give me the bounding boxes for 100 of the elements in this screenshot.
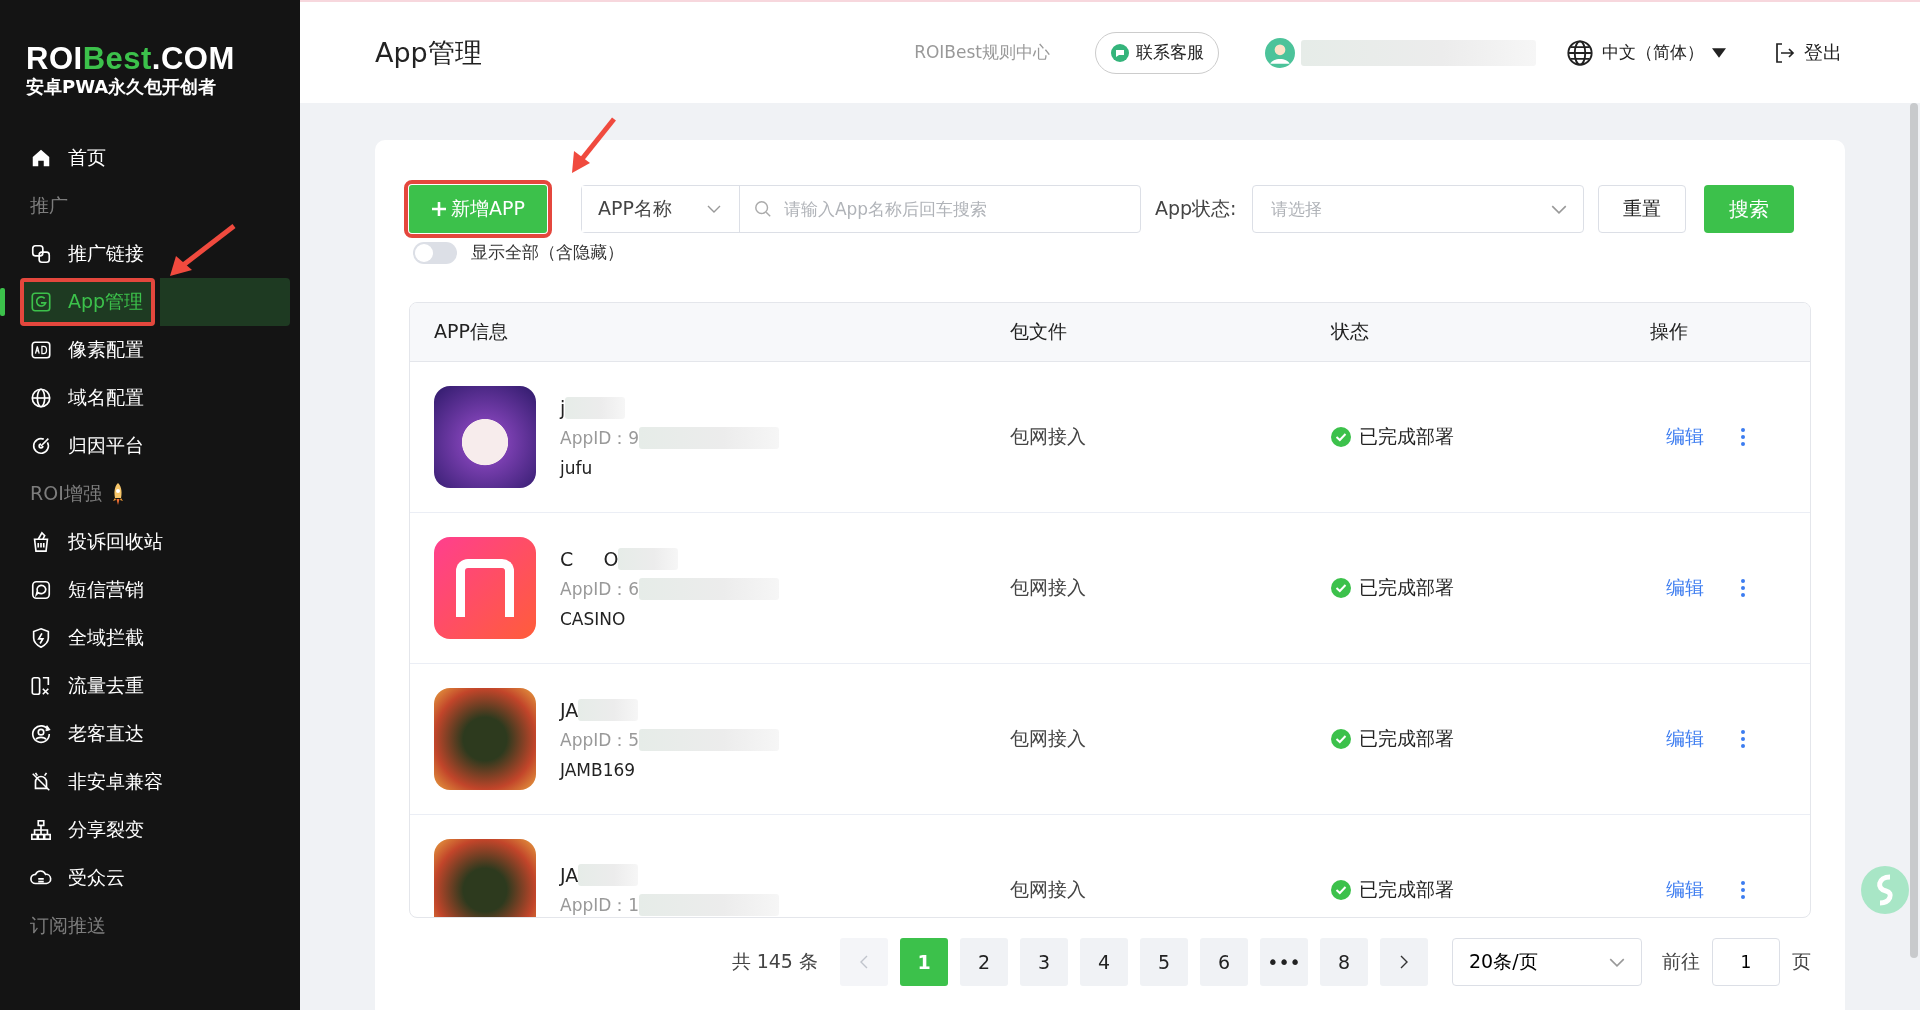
app-id: AppID：1 xyxy=(560,893,640,917)
redacted-text xyxy=(578,863,639,886)
chat-icon xyxy=(1110,42,1130,63)
sidebar-item[interactable]: 投诉回收站 xyxy=(20,518,286,566)
column-header: 包文件 xyxy=(1010,319,1068,344)
sidebar-section-label: ROI增强 xyxy=(30,481,102,506)
plus-icon xyxy=(431,201,447,217)
sidebar-item[interactable]: 老客直达 xyxy=(20,710,286,758)
page-size-select[interactable]: 20条/页 xyxy=(1452,938,1642,986)
sidebar-section-label: 推广 xyxy=(30,193,68,218)
page-button[interactable]: 6 xyxy=(1200,938,1248,986)
chevron-left-icon xyxy=(860,955,868,969)
search-type-select[interactable]: APP名称 xyxy=(581,186,740,232)
logo-wordmark: ROIBest.COM xyxy=(26,42,236,76)
next-page-button[interactable] xyxy=(1380,938,1428,986)
sidebar-item[interactable]: 短信营销 xyxy=(20,566,286,614)
redacted-text xyxy=(618,547,679,570)
app-tag: JAMB169 xyxy=(560,759,780,780)
edit-link[interactable]: 编辑 xyxy=(1666,575,1704,601)
prev-page-button[interactable] xyxy=(840,938,888,986)
page-suffix: 页 xyxy=(1792,949,1811,974)
search-bar[interactable]: APP名称 请输入App名称后回车搜索 xyxy=(580,185,1141,233)
sidebar-item[interactable]: 归因平台 xyxy=(20,422,286,470)
sidebar-item[interactable]: 推广链接 xyxy=(20,230,286,278)
avatar-icon xyxy=(1265,37,1295,68)
total-count: 共 145 条 xyxy=(731,949,818,974)
more-icon[interactable] xyxy=(1740,578,1746,598)
app-name: JA xyxy=(560,863,579,886)
app-id: AppID：9 xyxy=(560,426,640,450)
toggle-switch[interactable] xyxy=(413,241,457,264)
edit-link[interactable]: 编辑 xyxy=(1666,726,1704,752)
search-icon xyxy=(753,200,772,218)
ad-icon xyxy=(30,339,52,361)
sidebar-item[interactable]: 非安卓兼容 xyxy=(20,758,286,806)
user-icon xyxy=(30,723,52,745)
sidebar-item[interactable]: 首页 xyxy=(20,134,286,182)
sidebar-item[interactable]: 流量去重 xyxy=(20,662,286,710)
redacted-text xyxy=(565,396,626,419)
toggle-label: 显示全部（含隐藏） xyxy=(471,241,624,264)
check-circle-icon xyxy=(1331,578,1351,598)
edit-link[interactable]: 编辑 xyxy=(1666,877,1704,903)
page-button[interactable]: 5 xyxy=(1140,938,1188,986)
customer-service-button[interactable]: 联系客服 xyxy=(1095,31,1219,74)
chevron-right-icon xyxy=(1400,955,1408,969)
page-button[interactable]: 3 xyxy=(1020,938,1068,986)
chevron-down-icon xyxy=(706,205,721,213)
logo-tagline: 安卓PWA永久包开创者 xyxy=(26,76,218,98)
sidebar-section-label: 订阅推送 xyxy=(30,913,106,938)
status-filter-label: App状态: xyxy=(1154,196,1237,221)
check-circle-icon xyxy=(1331,880,1351,900)
more-icon[interactable] xyxy=(1740,880,1746,900)
status-dropdown[interactable]: 请选择 xyxy=(1252,185,1585,233)
home-icon xyxy=(30,147,52,169)
table-cell-text: 包网接入 xyxy=(1010,575,1087,600)
column-header: 操作 xyxy=(1650,319,1689,344)
check-circle-icon xyxy=(1331,427,1351,447)
app-name: JA xyxy=(560,698,579,721)
shield-icon xyxy=(30,627,52,649)
page-title: App管理 xyxy=(375,35,483,70)
app-id: AppID：5 xyxy=(560,728,640,752)
logout-button[interactable]: 登出 xyxy=(1766,38,1848,67)
table-cell-text: 包网接入 xyxy=(1010,424,1087,449)
app-tag: jufu xyxy=(560,457,780,478)
page-button[interactable]: 2 xyxy=(960,938,1008,986)
link-icon xyxy=(30,243,52,265)
sitemap-icon xyxy=(30,819,52,841)
reset-button[interactable]: 重置 xyxy=(1598,185,1687,233)
more-icon[interactable] xyxy=(1740,729,1746,749)
goto-page-field[interactable]: 1 xyxy=(1712,938,1780,986)
sidebar-item[interactable]: 受众云 xyxy=(20,854,286,902)
status-text: 已完成部署 xyxy=(1359,424,1454,449)
caret-icon xyxy=(1712,47,1726,58)
status-text: 已完成部署 xyxy=(1359,726,1454,751)
sidebar-item[interactable]: 全域拦截 xyxy=(20,614,286,662)
app-icon xyxy=(30,291,52,313)
globe-icon xyxy=(1566,38,1594,67)
scrollbar[interactable] xyxy=(1910,103,1918,958)
status-text: 已完成部署 xyxy=(1359,575,1454,600)
table-cell-text: 包网接入 xyxy=(1010,726,1087,751)
sidebar-item[interactable]: 域名配置 xyxy=(20,374,286,422)
page-button[interactable]: 4 xyxy=(1080,938,1128,986)
page-button[interactable]: ••• xyxy=(1260,938,1308,986)
table-cell-text: 包网接入 xyxy=(1010,877,1087,902)
edit-link[interactable]: 编辑 xyxy=(1666,424,1704,450)
page-button[interactable]: 8 xyxy=(1320,938,1368,986)
app-name: C O xyxy=(560,547,619,570)
goto-label: 前往 xyxy=(1662,949,1700,974)
sidebar-item[interactable]: 分享裂变 xyxy=(20,806,286,854)
language-selector[interactable]: 中文（简体） xyxy=(1560,37,1732,68)
app-id: AppID：6 xyxy=(560,577,640,601)
message-icon xyxy=(30,579,52,601)
column-header: 状态 xyxy=(1331,319,1370,344)
status-text: 已完成部署 xyxy=(1359,877,1454,902)
status-select[interactable]: 请选择 xyxy=(1269,198,1552,220)
column-header: APP信息 xyxy=(434,319,509,344)
check-circle-icon xyxy=(1331,729,1351,749)
sidebar-item[interactable]: 像素配置 xyxy=(20,326,286,374)
search-field[interactable]: 请输入App名称后回车搜索 xyxy=(781,198,1126,220)
more-icon[interactable] xyxy=(1740,427,1746,447)
chevron-down-icon xyxy=(1609,957,1625,967)
